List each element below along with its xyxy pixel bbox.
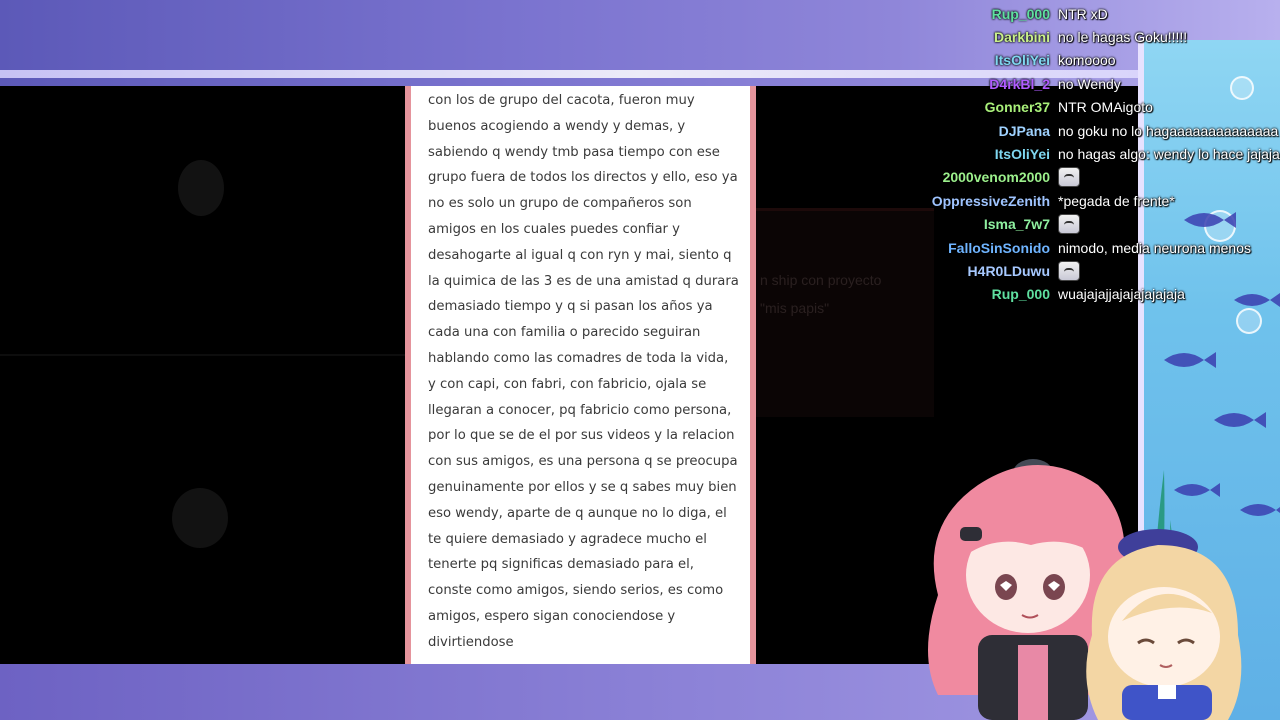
chat-username[interactable]: DJPana <box>999 123 1050 139</box>
chat-username[interactable]: Rup_000 <box>992 6 1050 22</box>
chat-text: NTR xD <box>1058 5 1108 22</box>
left-pane-divider <box>0 354 405 356</box>
chat-username[interactable]: 2000venom2000 <box>943 169 1050 185</box>
chat-username[interactable]: OppressiveZenith <box>932 193 1050 209</box>
chat-overlay: Rup_000 NTR xD Darkbini no le hagas Goku!!!… <box>880 2 1280 306</box>
background-card-line2: "mis papis" <box>760 300 830 316</box>
chat-text: no Wendy <box>1058 75 1121 92</box>
chat-message: FalloSinSonido nimodo, media neurona meno… <box>880 236 1280 259</box>
face-emote <box>1058 214 1080 235</box>
chat-text: *pegada de frente* <box>1058 192 1175 209</box>
chat-message: DJPana no goku no lo hagaaaaaaaaaaaaaa <box>880 119 1280 142</box>
chat-text: no hagas algo: wendy lo hace jajaja <box>1058 146 1280 163</box>
chat-message: Gonner37 NTR OMAigoto <box>880 96 1280 119</box>
chat-message: Isma_7w7 <box>880 213 1280 236</box>
chat-username[interactable]: ItsOliYei <box>995 52 1050 68</box>
chat-username[interactable]: ItsOliYei <box>995 146 1050 162</box>
message-document: con los de grupo del cacota, fueron muy … <box>405 86 756 664</box>
chat-text: komoooo <box>1058 52 1116 69</box>
chat-username[interactable]: H4R0LDuwu <box>968 263 1050 279</box>
faded-figure-bottom <box>172 488 228 548</box>
chat-message: ItsOliYei no hagas algo: wendy lo hace ja… <box>880 142 1280 165</box>
blonde-vtuber-avatar <box>1086 529 1242 720</box>
chat-message: Rup_000 NTR xD <box>880 2 1280 25</box>
chat-message: ItsOliYei komoooo <box>880 49 1280 72</box>
chat-username[interactable]: Isma_7w7 <box>984 216 1050 232</box>
chat-text: wuajajajjajajajajajaja <box>1058 286 1185 303</box>
chat-message: 2000venom2000 <box>880 166 1280 189</box>
chat-message: Darkbini no le hagas Goku!!!!! <box>880 25 1280 48</box>
chat-message: H4R0LDuwu <box>880 259 1280 282</box>
chat-text: NTR OMAigoto <box>1058 99 1153 116</box>
chat-username[interactable]: Darkbini <box>994 29 1050 45</box>
chat-username[interactable]: Gonner37 <box>985 99 1050 115</box>
chat-username[interactable]: FalloSinSonido <box>948 240 1050 256</box>
chat-username[interactable]: D4rkBl_2 <box>989 76 1050 92</box>
chat-text: no goku no lo hagaaaaaaaaaaaaaa <box>1058 122 1279 139</box>
document-text: con los de grupo del cacota, fueron muy … <box>428 93 739 650</box>
background-card-line1: n ship con proyecto <box>760 272 882 288</box>
chat-message: OppressiveZenith *pegada de frente* <box>880 189 1280 212</box>
face-emote <box>1058 260 1080 281</box>
chat-text: nimodo, media neurona menos <box>1058 239 1252 256</box>
chat-message: Rup_000 wuajajajjajajajajajaja <box>880 283 1280 306</box>
chat-text: no le hagas Goku!!!!! <box>1058 29 1188 46</box>
chat-message: D4rkBl_2 no Wendy <box>880 72 1280 95</box>
faded-figure-top <box>178 160 224 216</box>
cook-emote <box>1058 167 1080 188</box>
chat-username[interactable]: Rup_000 <box>992 286 1050 302</box>
